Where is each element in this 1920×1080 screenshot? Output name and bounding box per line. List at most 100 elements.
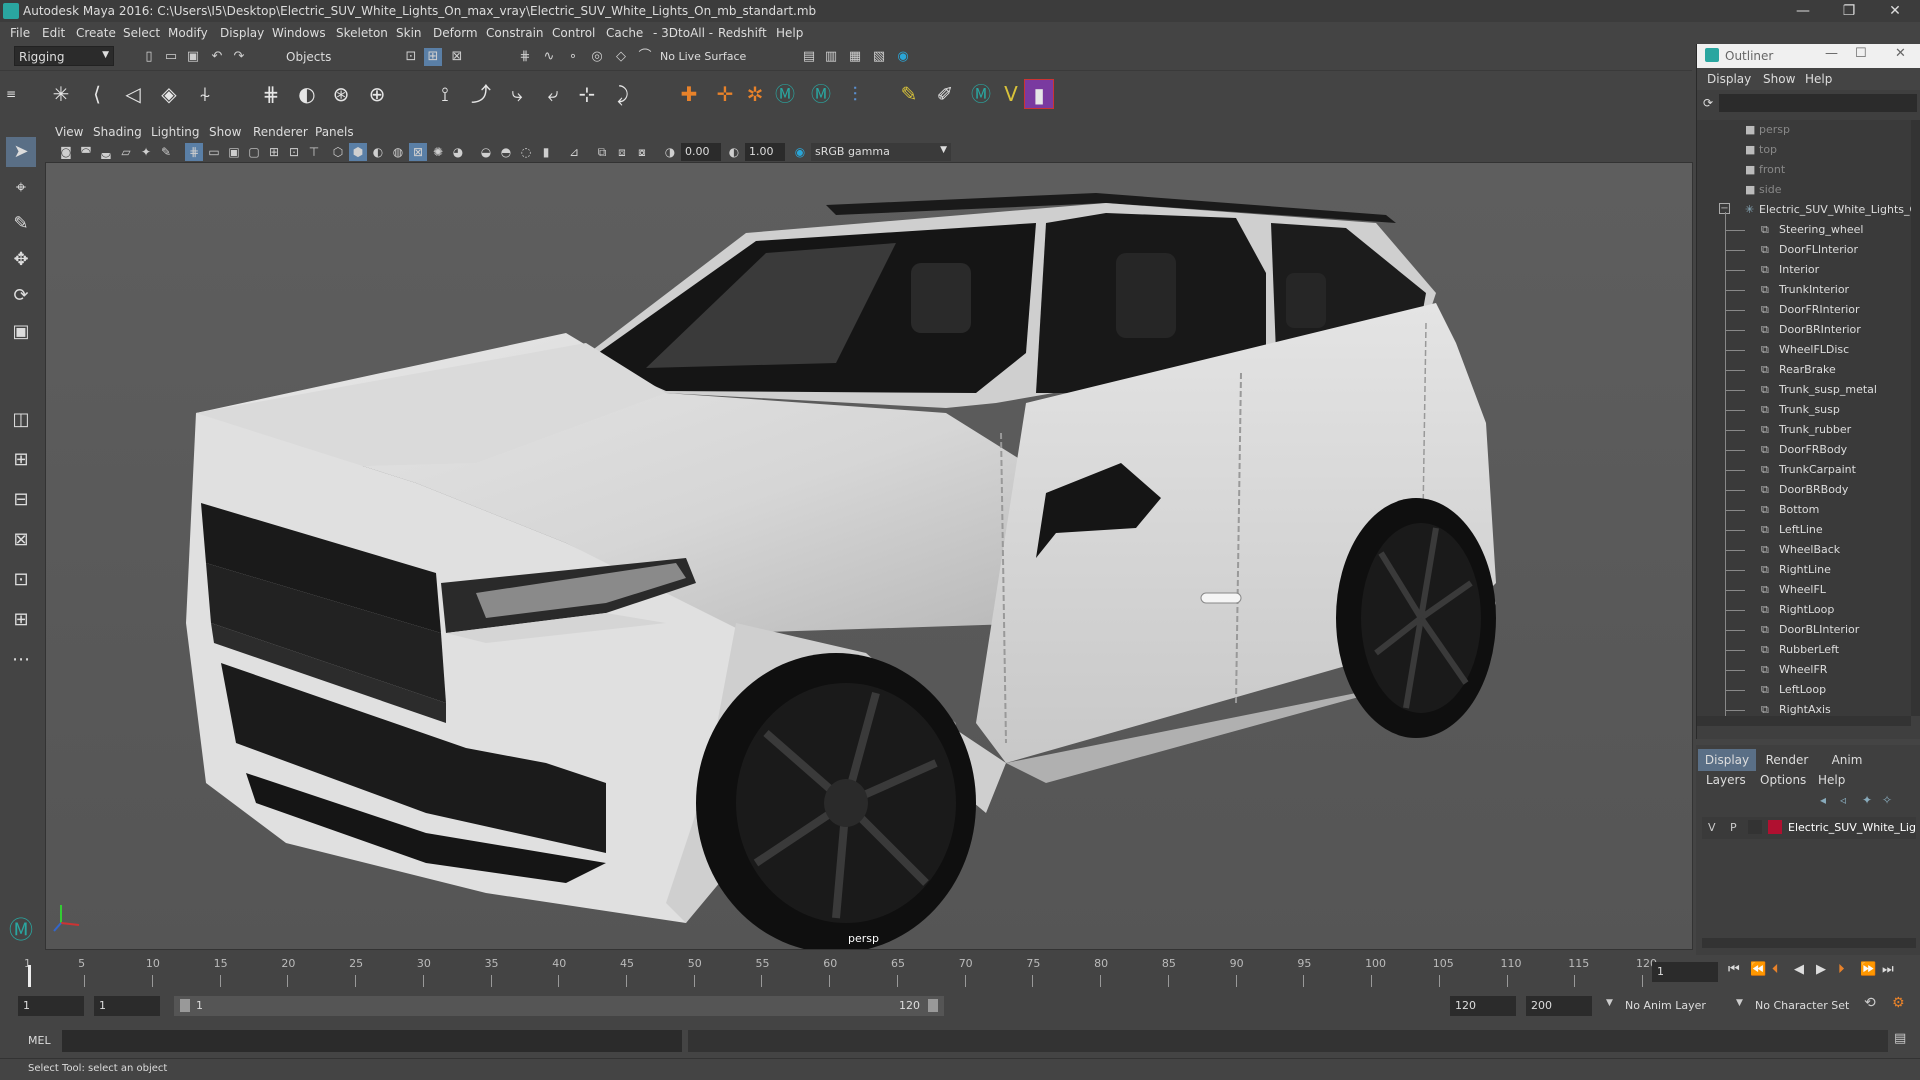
snap-point-icon[interactable]: ∘: [564, 48, 582, 66]
vp-menu-shading[interactable]: Shading: [93, 125, 142, 139]
outliner-item[interactable]: ⧉ DoorFLInterior: [1697, 240, 1911, 260]
step-back-key-icon[interactable]: ⏪: [1750, 962, 1766, 977]
outliner-item[interactable]: ⧉ WheelFLDisc: [1697, 340, 1911, 360]
range-slider[interactable]: 1 120: [174, 996, 944, 1016]
ik-handle-icon[interactable]: ⟨: [82, 79, 112, 109]
scale-tool-icon[interactable]: ▣: [6, 317, 36, 347]
outliner-vscrollbar[interactable]: [1911, 120, 1920, 716]
playback-end-field[interactable]: 120: [1450, 996, 1516, 1016]
tab-anim[interactable]: Anim: [1818, 749, 1876, 771]
arnold-icon[interactable]: ▮: [1024, 79, 1054, 109]
maximize-icon[interactable]: ☐: [1855, 46, 1867, 61]
snap-curve-icon[interactable]: ∿: [540, 48, 558, 66]
ik-spline-icon[interactable]: ◁: [118, 79, 148, 109]
menu-redshift[interactable]: Redshift: [718, 26, 767, 40]
vp-menu-view[interactable]: View: [55, 125, 83, 139]
close-icon[interactable]: ✕: [1895, 46, 1906, 61]
close-button[interactable]: ✕: [1872, 0, 1918, 22]
menu-constrain[interactable]: Constrain: [486, 26, 544, 40]
color-management-icon[interactable]: ◉: [791, 143, 809, 161]
outliner-item[interactable]: ⧉ TrunkCarpaint: [1697, 460, 1911, 480]
outliner-item[interactable]: ⧉ TrunkInterior: [1697, 280, 1911, 300]
outliner-item[interactable]: ⧉ WheelFR: [1697, 660, 1911, 680]
new-layer-selected-icon[interactable]: ✧: [1882, 793, 1892, 807]
mel-label[interactable]: MEL: [28, 1034, 51, 1047]
persp-outliner-icon[interactable]: ⊠: [6, 525, 36, 555]
gamma-field[interactable]: 1.00: [745, 143, 785, 161]
open-scene-icon[interactable]: ▭: [162, 48, 180, 66]
menu-3dtoall[interactable]: - 3DtoAll -: [653, 26, 713, 40]
layer-color-swatch[interactable]: [1768, 820, 1782, 834]
outliner-item[interactable]: ⧉ Trunk_rubber: [1697, 420, 1911, 440]
perspective-viewport[interactable]: persp: [45, 162, 1693, 950]
tab-render[interactable]: Render: [1758, 749, 1816, 771]
minimize-icon[interactable]: —: [1825, 46, 1838, 61]
vp-menu-lighting[interactable]: Lighting: [151, 125, 200, 139]
select-object-icon[interactable]: ⊞: [424, 48, 442, 66]
ipr-render-icon[interactable]: ▥: [822, 48, 840, 66]
live-surface-field[interactable]: No Live Surface: [660, 50, 746, 63]
constraint-orient-icon[interactable]: ⤷: [502, 79, 532, 109]
menu-create[interactable]: Create: [76, 26, 116, 40]
snap-surface-icon[interactable]: ◇: [612, 48, 630, 66]
shelf-menu-icon[interactable]: ≡: [4, 79, 18, 109]
layer-playback-toggle[interactable]: P: [1730, 821, 1737, 834]
save-scene-icon[interactable]: ▣: [184, 48, 202, 66]
xray-components-icon[interactable]: ⧇: [633, 143, 651, 161]
exposure-icon[interactable]: ◑: [661, 143, 679, 161]
outliner-item[interactable]: ⧉ WheelFL: [1697, 580, 1911, 600]
outliner-item[interactable]: ⧉ DoorFRBody: [1697, 440, 1911, 460]
menu-help[interactable]: Help: [776, 26, 803, 40]
layer-type-toggle[interactable]: [1748, 820, 1762, 834]
outliner-item[interactable]: ⧉ Bottom: [1697, 500, 1911, 520]
lasso-tool-icon[interactable]: ⌖: [6, 173, 36, 203]
restore-button[interactable]: ❐: [1826, 0, 1872, 22]
outliner-menu-display[interactable]: Display: [1707, 72, 1751, 86]
move-layer-up-icon[interactable]: ◂: [1820, 793, 1826, 807]
gate-mask-icon[interactable]: ▢: [245, 143, 263, 161]
select-hierarchy-icon[interactable]: ⊡: [402, 48, 420, 66]
move-tool-icon[interactable]: ✥: [6, 245, 36, 275]
menu-select[interactable]: Select: [123, 26, 160, 40]
outliner-item[interactable]: ⧉ RightLine: [1697, 560, 1911, 580]
mel-input[interactable]: [62, 1030, 682, 1052]
xray-icon[interactable]: ⧉: [593, 143, 611, 161]
minimize-button[interactable]: —: [1780, 0, 1826, 22]
view-transform-dropdown[interactable]: sRGB gamma ▼: [811, 143, 951, 161]
antialias-icon[interactable]: ◌: [517, 143, 535, 161]
menu-display[interactable]: Display: [220, 26, 264, 40]
move-layer-down-icon[interactable]: ◃: [1840, 793, 1846, 807]
isolate-select-icon[interactable]: ⊿: [565, 143, 583, 161]
playback-start-field[interactable]: 1: [94, 996, 160, 1016]
outliner-item[interactable]: ⧉ RightAxis: [1697, 700, 1911, 716]
textured-icon[interactable]: ⊠: [409, 143, 427, 161]
vp-menu-renderer[interactable]: Renderer: [253, 125, 308, 139]
camera-icon[interactable]: ◙: [57, 143, 75, 161]
hypershade-layout-icon[interactable]: ⊞: [6, 605, 36, 635]
persp-graph-icon[interactable]: ⊡: [6, 565, 36, 595]
select-component-icon[interactable]: ⊠: [448, 48, 466, 66]
outliner-camera-row[interactable]: ■ top: [1697, 140, 1911, 160]
menu-file[interactable]: File: [10, 26, 30, 40]
outliner-hscrollbar[interactable]: [1697, 716, 1911, 726]
outliner-item[interactable]: ⧉ Trunk_susp: [1697, 400, 1911, 420]
undo-icon[interactable]: ↶: [208, 48, 226, 66]
anim-prefs-icon[interactable]: ⚙: [1892, 995, 1905, 1011]
sculpt-icon[interactable]: ✎: [894, 79, 924, 109]
select-tool-icon[interactable]: ➤: [6, 137, 36, 167]
layers-menu-help[interactable]: Help: [1818, 773, 1845, 787]
smooth-shade-icon[interactable]: ⬢: [349, 143, 367, 161]
use-lights-icon[interactable]: ✺: [429, 143, 447, 161]
outliner-item[interactable]: ⧉ DoorBRBody: [1697, 480, 1911, 500]
tab-display[interactable]: Display: [1698, 749, 1756, 771]
wireframe-icon[interactable]: ⬡: [329, 143, 347, 161]
menu-cache[interactable]: Cache: [606, 26, 643, 40]
xray-joints-icon[interactable]: ⧈: [613, 143, 631, 161]
field-chart-icon[interactable]: ⊞: [265, 143, 283, 161]
step-forward-frame-icon[interactable]: ⏵: [1838, 962, 1845, 977]
character-set-dropdown[interactable]: No Character Set: [1750, 996, 1868, 1016]
redshift-icon[interactable]: Ⓜ: [966, 79, 996, 109]
layer-hscrollbar[interactable]: [1702, 938, 1916, 948]
outliner-item[interactable]: ⧉ Interior: [1697, 260, 1911, 280]
layer-row[interactable]: V P Electric_SUV_White_Lig: [1702, 817, 1916, 839]
